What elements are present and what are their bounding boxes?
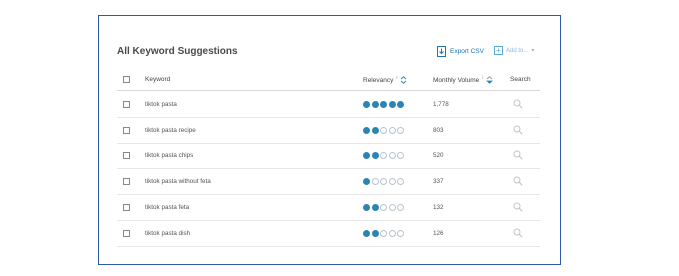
add-to-dropdown[interactable]: + Add to... ▾ (494, 46, 534, 55)
row-checkbox[interactable] (123, 126, 130, 134)
monthly-volume-cell: 132 (433, 203, 444, 211)
search-icon[interactable] (513, 176, 523, 186)
table-header: Keyword Relevancy i Monthly Volume i Sea… (117, 70, 540, 91)
relevancy-dot-filled (371, 229, 379, 237)
document-download-icon (437, 46, 446, 57)
relevancy-column-header[interactable]: Relevancy i (363, 75, 407, 84)
row-checkbox[interactable] (123, 203, 130, 211)
relevancy-dot-filled (371, 203, 379, 211)
relevancy-dot-filled (363, 178, 370, 186)
search-column-header: Search (510, 76, 531, 83)
monthly-volume-cell: 1,778 (433, 101, 449, 108)
table-row: tiktok pasta without feta 337 (117, 169, 540, 196)
relevancy-dot-empty (397, 229, 404, 237)
keyword-column-header: Keyword (145, 76, 171, 83)
relevancy-dot-empty (397, 126, 404, 134)
relevancy-dot-empty (380, 126, 387, 134)
relevancy-rating (363, 203, 404, 211)
row-checkbox[interactable] (123, 229, 130, 237)
export-csv-button[interactable]: Export CSV (437, 46, 484, 57)
relevancy-dot-filled (371, 101, 379, 108)
plus-icon: + (494, 46, 503, 55)
add-to-label: Add to... (506, 47, 529, 54)
keyword-suggestions-panel: All Keyword Suggestions Export CSV + Add… (98, 15, 561, 265)
table-row: tiktok pasta recipe 803 (117, 118, 540, 144)
monthly-volume-cell: 520 (433, 152, 444, 160)
relevancy-dot-filled (388, 101, 396, 108)
keyword-cell: tiktok pasta without feta (145, 178, 211, 186)
keyword-cell: tiktok pasta recipe (145, 126, 196, 134)
relevancy-dot-empty (388, 178, 396, 186)
table-row: tiktok pasta feta 132 (117, 195, 540, 221)
relevancy-rating (363, 178, 404, 186)
export-csv-label: Export CSV (450, 48, 484, 55)
relevancy-dot-empty (397, 203, 404, 211)
relevancy-dot-filled (371, 152, 379, 160)
relevancy-dot-empty (388, 152, 396, 160)
table-row: tiktok pasta dish 126 (117, 221, 540, 247)
search-icon[interactable] (513, 202, 523, 212)
monthly-volume-cell: 126 (433, 229, 444, 237)
sort-icon[interactable] (400, 76, 407, 84)
relevancy-dot-empty (371, 178, 379, 186)
monthly-volume-cell: 803 (433, 126, 444, 134)
info-icon: i (396, 75, 398, 81)
relevancy-dot-empty (380, 178, 387, 186)
row-checkbox[interactable] (123, 101, 130, 108)
relevancy-rating (363, 101, 404, 108)
table-row: tiktok pasta chips 520 (117, 143, 540, 170)
relevancy-dot-empty (397, 152, 404, 160)
chevron-down-icon: ▾ (531, 48, 535, 54)
search-icon[interactable] (513, 125, 523, 135)
relevancy-rating (363, 152, 404, 160)
select-all-checkbox[interactable] (123, 76, 130, 83)
relevancy-dot-empty (380, 203, 387, 211)
keyword-cell: tiktok pasta chips (145, 152, 194, 160)
monthly-volume-header-label: Monthly Volume (433, 76, 480, 84)
monthly-volume-column-header[interactable]: Monthly Volume i (433, 75, 494, 84)
monthly-volume-cell: 337 (433, 178, 444, 186)
relevancy-dot-empty (388, 126, 396, 134)
relevancy-dot-filled (363, 203, 370, 211)
relevancy-dot-empty (380, 152, 387, 160)
relevancy-rating (363, 229, 404, 237)
relevancy-dot-filled (363, 229, 370, 237)
panel-title: All Keyword Suggestions (117, 46, 238, 57)
search-icon[interactable] (513, 228, 523, 238)
keyword-cell: tiktok pasta dish (145, 229, 191, 237)
info-icon: i (482, 75, 484, 81)
row-checkbox[interactable] (123, 152, 130, 160)
relevancy-dot-filled (363, 101, 370, 108)
search-icon[interactable] (513, 99, 523, 109)
row-checkbox[interactable] (123, 178, 130, 186)
keyword-cell: tiktok pasta feta (145, 203, 190, 211)
relevancy-dot-empty (388, 229, 396, 237)
sort-icon[interactable] (486, 76, 494, 84)
table-row: tiktok pasta 1,778 (117, 92, 540, 118)
relevancy-dot-filled (363, 152, 370, 160)
relevancy-dot-filled (397, 101, 404, 108)
relevancy-dot-filled (363, 126, 370, 134)
relevancy-header-label: Relevancy (363, 76, 394, 84)
search-icon[interactable] (513, 150, 523, 160)
keyword-cell: tiktok pasta (145, 101, 177, 108)
relevancy-dot-filled (371, 126, 379, 134)
relevancy-dot-filled (380, 101, 387, 108)
relevancy-dot-empty (380, 229, 387, 237)
relevancy-dot-empty (388, 203, 396, 211)
relevancy-rating (363, 126, 404, 134)
relevancy-dot-empty (397, 178, 404, 186)
